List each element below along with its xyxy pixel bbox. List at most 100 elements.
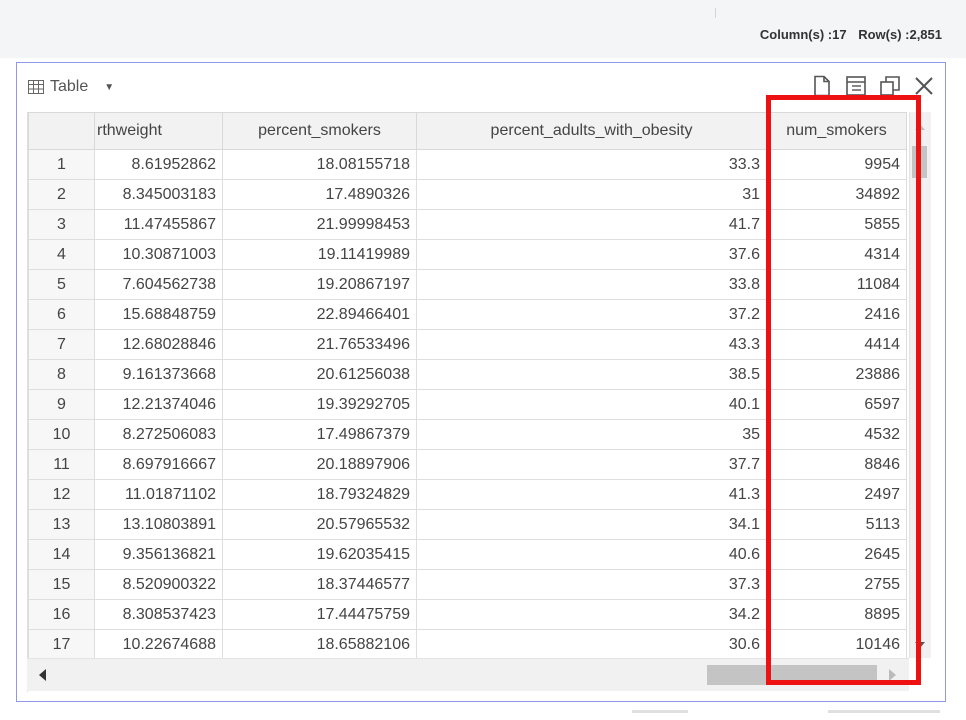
table-cell[interactable]: 8895	[766, 599, 907, 630]
table-cell[interactable]: 9.161373668	[94, 359, 223, 390]
table-cell[interactable]: 34892	[766, 179, 907, 210]
table-cell[interactable]: 11.01871102	[94, 479, 223, 510]
table-cell[interactable]: 7.604562738	[94, 269, 223, 300]
table-cell[interactable]: 6597	[766, 389, 907, 420]
table-cell[interactable]: 30.6	[416, 629, 767, 660]
horizontal-scrollbar[interactable]	[27, 658, 909, 691]
table-cell[interactable]: 37.7	[416, 449, 767, 480]
table-row[interactable]: 14 9.356136821 19.62035415 40.6 2645	[28, 539, 907, 570]
column-header[interactable]: num_smokers	[766, 112, 907, 150]
table-cell[interactable]: 10146	[766, 629, 907, 660]
table-cell[interactable]: 8.697916667	[94, 449, 223, 480]
table-row[interactable]: 9 12.21374046 19.39292705 40.1 6597	[28, 389, 907, 420]
table-cell[interactable]: 18.08155718	[222, 149, 417, 180]
table-cell[interactable]: 5113	[766, 509, 907, 540]
table-row[interactable]: 15 8.520900322 18.37446577 37.3 2755	[28, 569, 907, 600]
table-row[interactable]: 16 8.308537423 17.44475759 34.2 8895	[28, 599, 907, 630]
table-cell[interactable]: 10.30871003	[94, 239, 223, 270]
table-cell[interactable]: 13.10803891	[94, 509, 223, 540]
table-cell[interactable]: 9954	[766, 149, 907, 180]
table-cell[interactable]: 4414	[766, 329, 907, 360]
table-cell[interactable]: 9.356136821	[94, 539, 223, 570]
data-grid[interactable]: rthweight percent_smokers percent_adults…	[27, 112, 941, 692]
table-cell[interactable]: 34.1	[416, 509, 767, 540]
restore-window-icon[interactable]	[879, 75, 901, 97]
table-cell[interactable]: 31	[416, 179, 767, 210]
table-cell[interactable]: 35	[416, 419, 767, 450]
table-cell[interactable]: 20.18897906	[222, 449, 417, 480]
table-cell[interactable]: 11084	[766, 269, 907, 300]
table-cell[interactable]: 8846	[766, 449, 907, 480]
table-cell[interactable]: 4314	[766, 239, 907, 270]
table-cell[interactable]: 5855	[766, 209, 907, 240]
table-cell[interactable]: 40.1	[416, 389, 767, 420]
table-cell[interactable]: 41.3	[416, 479, 767, 510]
table-cell[interactable]: 8.345003183	[94, 179, 223, 210]
table-cell[interactable]: 2645	[766, 539, 907, 570]
view-type-dropdown[interactable]: Table ▼	[28, 78, 114, 96]
table-row[interactable]: 1 8.61952862 18.08155718 33.3 9954	[28, 149, 907, 180]
table-cell[interactable]: 11.47455867	[94, 209, 223, 240]
table-cell[interactable]: 8.272506083	[94, 419, 223, 450]
vertical-scroll-thumb[interactable]	[912, 146, 927, 178]
table-cell[interactable]: 15.68848759	[94, 299, 223, 330]
table-cell[interactable]: 4532	[766, 419, 907, 450]
table-cell[interactable]: 2497	[766, 479, 907, 510]
scroll-down-icon[interactable]	[915, 642, 925, 648]
table-cell[interactable]: 43.3	[416, 329, 767, 360]
scroll-up-icon[interactable]	[915, 124, 925, 130]
table-cell[interactable]: 18.37446577	[222, 569, 417, 600]
table-cell[interactable]: 22.89466401	[222, 299, 417, 330]
table-cell[interactable]: 40.6	[416, 539, 767, 570]
table-row[interactable]: 8 9.161373668 20.61256038 38.5 23886	[28, 359, 907, 390]
table-cell[interactable]: 21.99998453	[222, 209, 417, 240]
table-cell[interactable]: 12.68028846	[94, 329, 223, 360]
table-cell[interactable]: 19.20867197	[222, 269, 417, 300]
table-row[interactable]: 6 15.68848759 22.89466401 37.2 2416	[28, 299, 907, 330]
table-cell[interactable]: 12.21374046	[94, 389, 223, 420]
table-cell[interactable]: 37.6	[416, 239, 767, 270]
scroll-left-icon[interactable]	[39, 669, 46, 681]
table-row[interactable]: 3 11.47455867 21.99998453 41.7 5855	[28, 209, 907, 240]
table-cell[interactable]: 17.44475759	[222, 599, 417, 630]
table-cell[interactable]: 10.22674688	[94, 629, 223, 660]
table-cell[interactable]: 20.61256038	[222, 359, 417, 390]
table-row[interactable]: 17 10.22674688 18.65882106 30.6 10146	[28, 629, 907, 660]
table-cell[interactable]: 19.62035415	[222, 539, 417, 570]
export-icon[interactable]	[811, 75, 833, 97]
scroll-right-icon[interactable]	[889, 669, 896, 681]
table-cell[interactable]: 2755	[766, 569, 907, 600]
column-header[interactable]: rthweight	[94, 112, 223, 150]
table-cell[interactable]: 18.79324829	[222, 479, 417, 510]
table-cell[interactable]: 20.57965532	[222, 509, 417, 540]
table-row[interactable]: 10 8.272506083 17.49867379 35 4532	[28, 419, 907, 450]
table-cell[interactable]: 41.7	[416, 209, 767, 240]
horizontal-scroll-thumb[interactable]	[707, 665, 877, 685]
column-header[interactable]: percent_adults_with_obesity	[416, 112, 767, 150]
table-row[interactable]: 4 10.30871003 19.11419989 37.6 4314	[28, 239, 907, 270]
column-header[interactable]: percent_smokers	[222, 112, 417, 150]
table-cell[interactable]: 21.76533496	[222, 329, 417, 360]
table-cell[interactable]: 37.3	[416, 569, 767, 600]
close-icon[interactable]	[913, 75, 935, 97]
table-row[interactable]: 7 12.68028846 21.76533496 43.3 4414	[28, 329, 907, 360]
table-cell[interactable]: 17.4890326	[222, 179, 417, 210]
table-cell[interactable]: 34.2	[416, 599, 767, 630]
table-cell[interactable]: 8.61952862	[94, 149, 223, 180]
table-row[interactable]: 12 11.01871102 18.79324829 41.3 2497	[28, 479, 907, 510]
table-row[interactable]: 5 7.604562738 19.20867197 33.8 11084	[28, 269, 907, 300]
table-cell[interactable]: 19.11419989	[222, 239, 417, 270]
table-cell[interactable]: 8.308537423	[94, 599, 223, 630]
table-cell[interactable]: 19.39292705	[222, 389, 417, 420]
table-row[interactable]: 11 8.697916667 20.18897906 37.7 8846	[28, 449, 907, 480]
table-cell[interactable]: 8.520900322	[94, 569, 223, 600]
table-cell[interactable]: 33.8	[416, 269, 767, 300]
table-row[interactable]: 13 13.10803891 20.57965532 34.1 5113	[28, 509, 907, 540]
column-settings-icon[interactable]	[845, 75, 867, 97]
table-cell[interactable]: 17.49867379	[222, 419, 417, 450]
table-cell[interactable]: 2416	[766, 299, 907, 330]
table-cell[interactable]: 23886	[766, 359, 907, 390]
vertical-scrollbar[interactable]	[909, 112, 931, 658]
table-cell[interactable]: 37.2	[416, 299, 767, 330]
table-row[interactable]: 2 8.345003183 17.4890326 31 34892	[28, 179, 907, 210]
